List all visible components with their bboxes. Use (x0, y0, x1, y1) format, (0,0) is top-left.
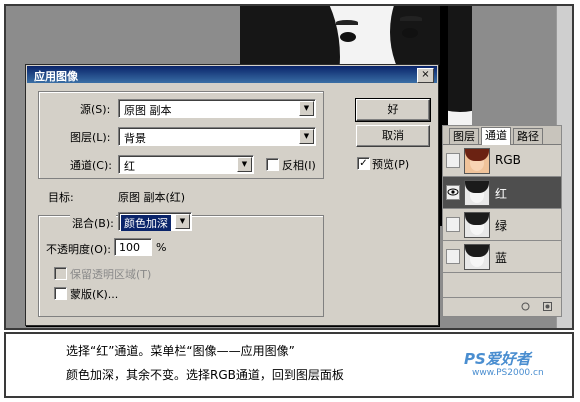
visibility-toggle[interactable] (446, 153, 460, 168)
opacity-value: 100 (119, 241, 140, 254)
channel-name: RGB (495, 153, 521, 167)
chevron-down-icon[interactable]: ▼ (299, 129, 314, 144)
preview-label[interactable]: 预览(P) (372, 156, 409, 172)
target-value: 原图 副本(红) (118, 191, 186, 204)
invert-checkbox[interactable] (266, 158, 279, 171)
channel-value: 红 (124, 160, 135, 173)
save-selection-icon[interactable] (543, 302, 552, 311)
source-select[interactable]: 原图 副本 ▼ (118, 99, 316, 118)
ok-button[interactable]: 好 (355, 98, 431, 122)
preserve-transparency-label: 保留透明区域(T) (70, 268, 152, 281)
close-button[interactable]: × (417, 68, 434, 83)
layer-label: 图层(L): (70, 131, 111, 144)
mask-checkbox[interactable] (54, 287, 67, 300)
channel-label: 通道(C): (70, 159, 112, 172)
tab-layers[interactable]: 图层 (449, 128, 479, 144)
caption-line-1: 选择“红”通道。菜单栏“图像——应用图像” (66, 344, 295, 358)
layer-select[interactable]: 背景 ▼ (118, 127, 316, 146)
opacity-input[interactable]: 100 (114, 238, 152, 256)
channel-row-green[interactable]: 绿 (443, 209, 561, 241)
eye-right (402, 28, 418, 38)
channel-row-blue[interactable]: 蓝 (443, 241, 561, 273)
logo-name: PS爱好者 (464, 350, 531, 368)
chevron-down-icon[interactable]: ▼ (237, 157, 252, 172)
ps2000-logo: PS爱好者 www.PS2000.cn (462, 348, 562, 382)
blend-select[interactable]: 颜色加深 ▼ (118, 212, 192, 231)
channel-name: 红 (495, 187, 508, 201)
visibility-toggle[interactable] (446, 249, 460, 264)
channel-name: 蓝 (495, 251, 508, 265)
channel-thumbnail (464, 212, 490, 238)
screenshot-frame: 图层 通道 路径 RGB 红 绿 蓝 应用图像 × 源(S): 原图 副本 ▼ … (4, 4, 574, 330)
blend-value: 颜色加深 (121, 215, 171, 231)
channel-name: 绿 (495, 219, 508, 233)
channel-row-rgb[interactable]: RGB (443, 145, 561, 177)
caption-line-2: 颜色加深，其余不变。选择RGB通道，回到图层面板 (66, 368, 344, 382)
dialog-titlebar[interactable]: 应用图像 × (27, 66, 437, 83)
apply-image-dialog: 应用图像 × 源(S): 原图 副本 ▼ 图层(L): 背景 ▼ 通道(C): … (25, 64, 439, 326)
opacity-unit: % (156, 241, 167, 254)
blend-label: 混合(B): (70, 215, 116, 231)
eye-icon[interactable] (446, 185, 460, 200)
eye-left (340, 32, 356, 42)
preview-checkbox[interactable]: ✓ (357, 157, 370, 170)
channel-thumbnail (464, 244, 490, 270)
caption-box: 选择“红”通道。菜单栏“图像——应用图像” 颜色加深，其余不变。选择RGB通道，… (4, 332, 574, 398)
channel-row-red[interactable]: 红 (443, 177, 561, 209)
load-selection-icon[interactable] (521, 302, 530, 311)
tab-channels[interactable]: 通道 (481, 127, 511, 145)
source-value: 原图 副本 (124, 104, 172, 117)
channel-thumbnail (464, 148, 490, 174)
source-label: 源(S): (80, 103, 111, 116)
chevron-down-icon[interactable]: ▼ (299, 101, 314, 116)
cancel-button[interactable]: 取消 (356, 125, 430, 147)
channel-select[interactable]: 红 ▼ (118, 155, 254, 174)
channel-thumbnail (464, 180, 490, 206)
eyebrow-right (400, 16, 422, 21)
channels-panel: 图层 通道 路径 RGB 红 绿 蓝 (442, 125, 562, 317)
opacity-label: 不透明度(O): (46, 243, 111, 256)
tab-paths[interactable]: 路径 (513, 128, 543, 144)
panel-footer (443, 297, 561, 316)
layer-value: 背景 (124, 132, 146, 145)
visibility-toggle[interactable] (446, 217, 460, 232)
mask-label[interactable]: 蒙版(K)... (70, 286, 118, 302)
logo-url: www.PS2000.cn (472, 368, 544, 378)
panel-tabs: 图层 通道 路径 (443, 126, 561, 145)
target-label: 目标: (48, 191, 74, 204)
dialog-title: 应用图像 (34, 70, 78, 83)
eyebrow-left (336, 20, 358, 25)
invert-label[interactable]: 反相(I) (282, 157, 316, 173)
preserve-transparency-checkbox[interactable] (54, 267, 67, 280)
chevron-down-icon[interactable]: ▼ (175, 214, 190, 229)
